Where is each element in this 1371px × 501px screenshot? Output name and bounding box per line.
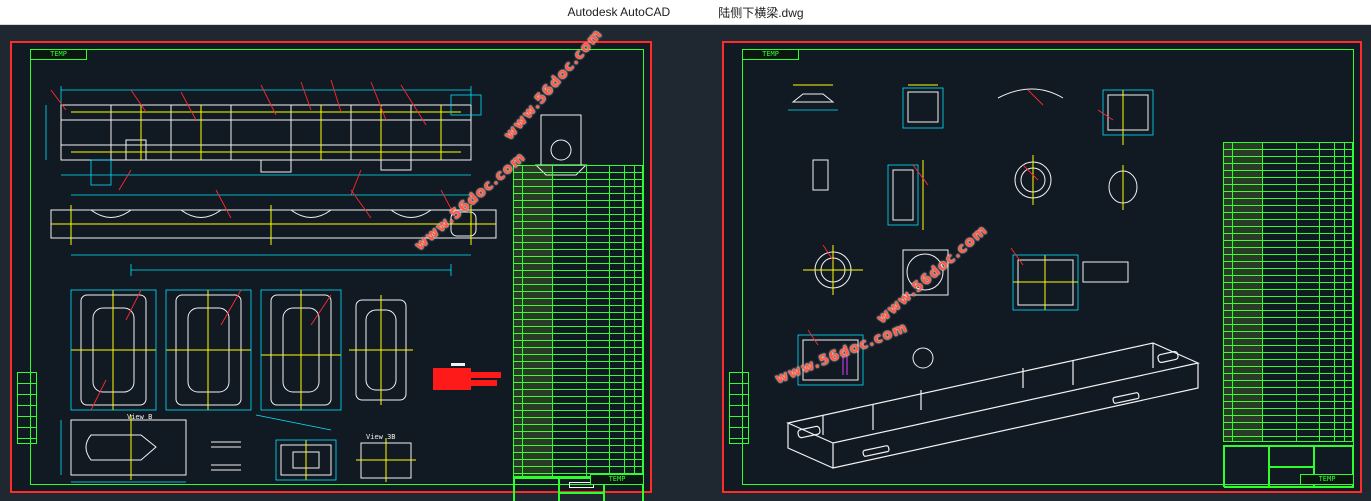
red-fill-block [433, 368, 501, 390]
bottom-views-dims [60, 420, 337, 483]
beam-plan-leaders [215, 189, 457, 219]
titleblock-label-right: TEMP [1300, 474, 1354, 485]
beam-top-yellow-lines [71, 105, 461, 160]
sheet-frame-left: TEMP View B View 3B TEMP [17, 49, 644, 501]
drawing-sheet-right[interactable]: TEMP TEMP www.56doc.com www.56doc.com [722, 41, 1362, 493]
view-label-3b: View 3B [366, 433, 396, 441]
view-label-b: View B [127, 413, 153, 421]
sheet-frame-right: TEMP TEMP [729, 49, 1354, 488]
beam-top-leaders [50, 79, 427, 196]
red-block-tag [451, 363, 465, 366]
bottom-views-yellow [130, 415, 416, 482]
drawing-sheet-left[interactable]: TEMP View B View 3B TEMP www.56doc.com w… [10, 26, 652, 501]
titleblock-label-left: TEMP [590, 474, 644, 485]
isometric-beam [786, 342, 1200, 469]
bom-table-left[interactable] [513, 165, 643, 477]
file-name: 陆侧下横梁.dwg [718, 5, 804, 20]
bom-col-highlight-right [1224, 143, 1262, 441]
detail-views-leaders [807, 89, 1114, 346]
beam-elevation-top [60, 104, 472, 173]
bottom-plan-view [70, 419, 187, 476]
bom-table-right[interactable] [1223, 142, 1353, 442]
drawing-canvas[interactable]: TEMP View B View 3B TEMP www.56doc.com w… [0, 25, 1371, 501]
window-titlebar: Autodesk AutoCAD 陆侧下横梁.dwg [0, 0, 1371, 25]
bom-col-highlight [514, 166, 552, 476]
app-title: Autodesk AutoCAD [567, 5, 671, 19]
